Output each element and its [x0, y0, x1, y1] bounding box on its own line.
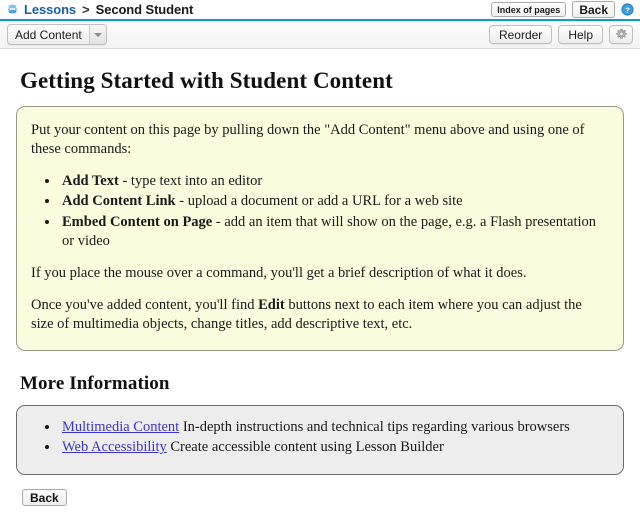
page-title: Getting Started with Student Content [20, 68, 393, 93]
link-description: In-depth instructions and technical tips… [179, 419, 570, 436]
getting-started-panel: Put your content on this page by pulling… [16, 106, 624, 352]
command-dash: - [175, 193, 188, 210]
command-description: type text into an editor [130, 173, 263, 190]
multimedia-content-link[interactable]: Multimedia Content [62, 419, 179, 435]
breadcrumb-separator: > [82, 2, 90, 17]
command-name: Add Text [62, 173, 119, 190]
link-description: Create accessible content using Lesson B… [166, 439, 444, 456]
edit-note-bold: Edit [258, 296, 285, 313]
hover-hint-paragraph: If you place the mouse over a command, y… [31, 264, 527, 281]
command-name: Add Content Link [62, 193, 176, 210]
lessons-icon [6, 3, 19, 16]
gear-icon [615, 28, 628, 41]
web-accessibility-link[interactable]: Web Accessibility [62, 439, 167, 455]
toolbar-right-group: Reorder Help [488, 25, 633, 44]
index-of-pages-button[interactable]: Index of pages [491, 2, 567, 17]
intro-paragraph: Put your content on this page by pulling… [31, 122, 585, 158]
chevron-down-glyph [93, 32, 102, 37]
command-dash: - [118, 173, 131, 190]
commands-list: Add Text - type text into an editor Add … [31, 172, 605, 251]
help-button[interactable]: Help [558, 25, 603, 44]
settings-button[interactable] [609, 25, 633, 44]
svg-text:?: ? [625, 5, 630, 14]
breadcrumb-bar: Lessons > Second Student Index of pages … [0, 0, 640, 21]
more-information-panel: Multimedia Content In-depth instructions… [16, 405, 624, 476]
more-information-list: Multimedia Content In-depth instructions… [31, 418, 605, 457]
breadcrumb: Lessons > Second Student [6, 2, 491, 17]
command-description: upload a document or add a URL for a web… [187, 193, 463, 210]
back-button-bottom[interactable]: Back [22, 489, 67, 507]
more-information-title: More Information [20, 373, 170, 395]
add-content-button[interactable]: Add Content [7, 24, 107, 45]
page-content: Getting Started with Student Content Put… [0, 68, 640, 507]
add-content-label: Add Content [15, 27, 82, 42]
footer-actions: Back [16, 475, 624, 507]
breadcrumb-current-page: Second Student [95, 2, 194, 17]
back-button-top[interactable]: Back [572, 1, 615, 18]
help-circle-icon[interactable]: ? [621, 3, 634, 16]
page-toolbar: Add Content Reorder Help [0, 21, 640, 49]
toolbar-left-group: Add Content [7, 24, 489, 45]
edit-note-before: Once you've added content, you'll find [31, 296, 259, 313]
chevron-down-icon[interactable] [88, 25, 106, 44]
list-item: Multimedia Content In-depth instructions… [60, 418, 605, 437]
reorder-button[interactable]: Reorder [488, 25, 553, 44]
breadcrumb-link-lessons[interactable]: Lessons [24, 2, 76, 17]
edit-note-paragraph: Once you've added content, you'll find E… [31, 296, 605, 334]
list-item: Web Accessibility Create accessible cont… [60, 438, 605, 457]
list-item: Embed Content on Page - add an item that… [60, 213, 605, 251]
list-item: Add Content Link - upload a document or … [60, 192, 605, 211]
command-name: Embed Content on Page [62, 213, 213, 230]
command-dash: - [212, 213, 225, 230]
breadcrumb-actions: Index of pages Back ? [491, 1, 634, 18]
list-item: Add Text - type text into an editor [60, 172, 605, 191]
